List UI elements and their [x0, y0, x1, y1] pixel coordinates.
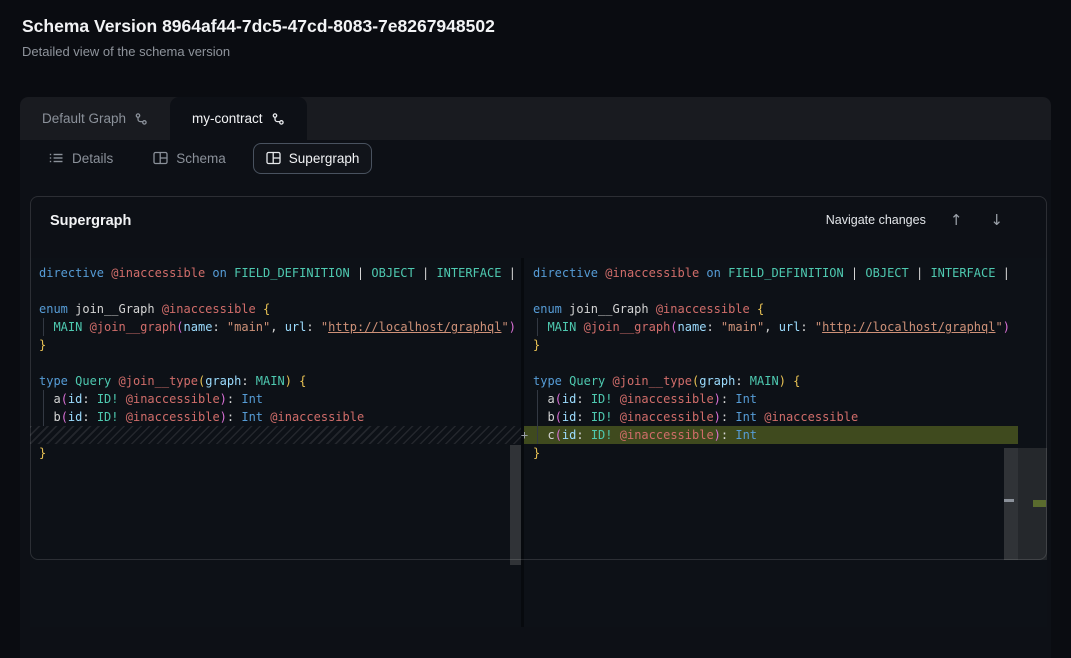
- graph-tab-strip: Default Graph my-contract: [20, 97, 1051, 140]
- main-panel: Default Graph my-contract: [20, 97, 1051, 658]
- code-line: b(id: ID! @inaccessible): Int @inaccessi…: [30, 408, 521, 426]
- navigate-changes: Navigate changes ↑ ↓: [826, 209, 1007, 231]
- supergraph-content: Supergraph Navigate changes ↑ ↓ directiv…: [20, 176, 1051, 658]
- panel-icon: [266, 151, 281, 165]
- code-line: directive @inaccessible on FIELD_DEFINIT…: [30, 264, 521, 282]
- original-scrollbar[interactable]: [510, 445, 521, 565]
- code-line: b(id: ID! @inaccessible): Int @inaccessi…: [524, 408, 1018, 426]
- tab-my-contract-label: my-contract: [192, 111, 263, 126]
- code-line: enum join__Graph @inaccessible {: [30, 300, 521, 318]
- code-line: c(id: ID! @inaccessible): Int: [524, 426, 1018, 444]
- tab-default-graph[interactable]: Default Graph: [20, 97, 170, 140]
- code-line: }: [30, 336, 521, 354]
- minimap-insert-mark: [1033, 500, 1046, 507]
- code-line: type Query @join__type(graph: MAIN) {: [30, 372, 521, 390]
- schema-version-page: Schema Version 8964af44-7dc5-47cd-8083-7…: [0, 0, 1071, 658]
- navigate-changes-label: Navigate changes: [826, 213, 926, 227]
- next-change-button[interactable]: ↓: [986, 209, 1007, 231]
- tab-supergraph-label: Supergraph: [289, 151, 360, 166]
- code-line: directive @inaccessible on FIELD_DEFINIT…: [524, 264, 1018, 282]
- fork-icon: [271, 112, 285, 126]
- code-line: a(id: ID! @inaccessible): Int: [30, 390, 521, 408]
- list-icon: [49, 151, 64, 165]
- page-title: Schema Version 8964af44-7dc5-47cd-8083-7…: [22, 16, 495, 37]
- diff-pane-original[interactable]: directive @inaccessible on FIELD_DEFINIT…: [30, 258, 521, 627]
- tab-schema[interactable]: Schema: [140, 143, 239, 174]
- tab-my-contract[interactable]: my-contract: [170, 97, 307, 140]
- diff-pane-modified[interactable]: directive @inaccessible on FIELD_DEFINIT…: [524, 258, 1018, 627]
- previous-change-button[interactable]: ↑: [946, 209, 967, 231]
- tab-supergraph[interactable]: Supergraph: [253, 143, 373, 174]
- code-line: [30, 282, 521, 300]
- code-line: MAIN @join__graph(name: "main", url: "ht…: [524, 318, 1018, 336]
- overview-ruler-mark: [1004, 499, 1014, 502]
- schema-diff-editor: directive @inaccessible on FIELD_DEFINIT…: [30, 258, 1047, 627]
- code-line: a(id: ID! @inaccessible): Int: [524, 390, 1018, 408]
- code-line: [524, 354, 1018, 372]
- tab-default-graph-label: Default Graph: [42, 111, 126, 126]
- code-line: enum join__Graph @inaccessible {: [524, 300, 1018, 318]
- fork-icon: [134, 112, 148, 126]
- modified-scrollbar[interactable]: [1004, 448, 1018, 560]
- page-subtitle: Detailed view of the schema version: [22, 44, 230, 59]
- inserted-line-marker: +: [518, 426, 531, 444]
- code-line: [524, 282, 1018, 300]
- code-line: }: [524, 444, 1018, 462]
- code-line: MAIN @join__graph(name: "main", url: "ht…: [30, 318, 521, 336]
- card-title: Supergraph: [50, 213, 131, 229]
- tab-details[interactable]: Details: [36, 143, 126, 174]
- tab-details-label: Details: [72, 151, 113, 166]
- panel-icon: [153, 151, 168, 165]
- code-line: }: [524, 336, 1018, 354]
- code-line: [30, 426, 521, 444]
- code-line: }: [30, 444, 521, 462]
- code-line: [30, 354, 521, 372]
- code-line: type Query @join__type(graph: MAIN) {: [524, 372, 1018, 390]
- tab-schema-label: Schema: [176, 151, 226, 166]
- view-tab-bar: Details Schema Supergraph: [20, 140, 1051, 176]
- minimap[interactable]: [1018, 258, 1047, 627]
